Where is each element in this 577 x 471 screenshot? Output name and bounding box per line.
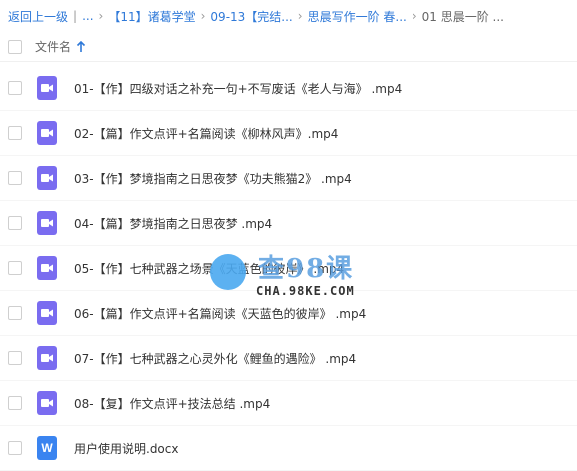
column-filename-header[interactable]: 文件名	[35, 38, 86, 55]
video-icon	[37, 211, 57, 235]
video-icon	[37, 301, 57, 325]
row-checkbox[interactable]	[8, 306, 22, 320]
file-name[interactable]: 01-【作】四级对话之补充一句+不写废话《老人与海》 .mp4	[74, 80, 402, 97]
video-icon	[37, 256, 57, 280]
breadcrumb-current: 01 思晨一阶 ...	[421, 9, 504, 24]
file-list: 01-【作】四级对话之补充一句+不写废话《老人与海》 .mp4 02-【篇】作文点…	[0, 66, 577, 471]
sort-ascending-icon[interactable]	[76, 40, 86, 53]
file-row[interactable]: 06-【篇】作文点评+名篇阅读《天蓝色的彼岸》 .mp4	[0, 291, 577, 336]
file-name[interactable]: 02-【篇】作文点评+名篇阅读《柳林风声》.mp4	[74, 125, 338, 142]
row-checkbox[interactable]	[8, 441, 22, 455]
breadcrumb: 返回上一级 | ... › 【11】诸葛学堂 › 09-13【完结... › 思…	[0, 0, 577, 32]
file-row[interactable]: 03-【作】梦境指南之日思夜梦《功夫熊猫2》 .mp4	[0, 156, 577, 201]
row-checkbox[interactable]	[8, 216, 22, 230]
breadcrumb-item-1[interactable]: 【11】诸葛学堂	[108, 8, 195, 25]
row-checkbox[interactable]	[8, 351, 22, 365]
back-link[interactable]: 返回上一级	[8, 8, 68, 25]
breadcrumb-item-3[interactable]: 思晨写作一阶 春...	[308, 8, 407, 25]
video-icon	[37, 76, 57, 100]
breadcrumb-separator: |	[73, 9, 78, 23]
file-list-header: 文件名	[0, 32, 577, 62]
select-all-checkbox[interactable]	[8, 39, 22, 54]
row-checkbox[interactable]	[8, 261, 22, 275]
file-row[interactable]: 07-【作】七种武器之心灵外化《鲤鱼的遇险》 .mp4	[0, 336, 577, 381]
video-icon	[37, 391, 57, 415]
breadcrumb-separator: ›	[200, 9, 206, 23]
file-name[interactable]: 用户使用说明.docx	[74, 440, 178, 457]
file-name[interactable]: 07-【作】七种武器之心灵外化《鲤鱼的遇险》 .mp4	[74, 350, 356, 367]
breadcrumb-ellipsis[interactable]: ...	[82, 9, 93, 23]
file-row[interactable]: 08-【复】作文点评+技法总结 .mp4	[0, 381, 577, 426]
file-name[interactable]: 08-【复】作文点评+技法总结 .mp4	[74, 395, 270, 412]
video-icon	[37, 121, 57, 145]
row-checkbox[interactable]	[8, 126, 22, 140]
breadcrumb-separator: ›	[98, 9, 104, 23]
video-icon	[37, 166, 57, 190]
file-row[interactable]: 02-【篇】作文点评+名篇阅读《柳林风声》.mp4	[0, 111, 577, 156]
file-name[interactable]: 04-【篇】梦境指南之日思夜梦 .mp4	[74, 215, 272, 232]
breadcrumb-separator: ›	[297, 9, 303, 23]
file-row[interactable]: 01-【作】四级对话之补充一句+不写废话《老人与海》 .mp4	[0, 66, 577, 111]
row-checkbox[interactable]	[8, 396, 22, 410]
column-filename-label: 文件名	[35, 40, 72, 54]
file-row[interactable]: W 用户使用说明.docx	[0, 426, 577, 471]
row-checkbox[interactable]	[8, 81, 22, 95]
breadcrumb-separator: ›	[411, 9, 417, 23]
file-name[interactable]: 05-【作】七种武器之场景《天蓝色的彼岸》 .mp4	[74, 260, 344, 277]
breadcrumb-item-2[interactable]: 09-13【完结...	[210, 8, 292, 25]
file-name[interactable]: 06-【篇】作文点评+名篇阅读《天蓝色的彼岸》 .mp4	[74, 305, 366, 322]
video-icon	[37, 346, 57, 370]
file-row[interactable]: 04-【篇】梦境指南之日思夜梦 .mp4	[0, 201, 577, 246]
file-name[interactable]: 03-【作】梦境指南之日思夜梦《功夫熊猫2》 .mp4	[74, 170, 352, 187]
file-row[interactable]: 05-【作】七种武器之场景《天蓝色的彼岸》 .mp4	[0, 246, 577, 291]
word-doc-icon: W	[37, 436, 57, 460]
row-checkbox[interactable]	[8, 171, 22, 185]
